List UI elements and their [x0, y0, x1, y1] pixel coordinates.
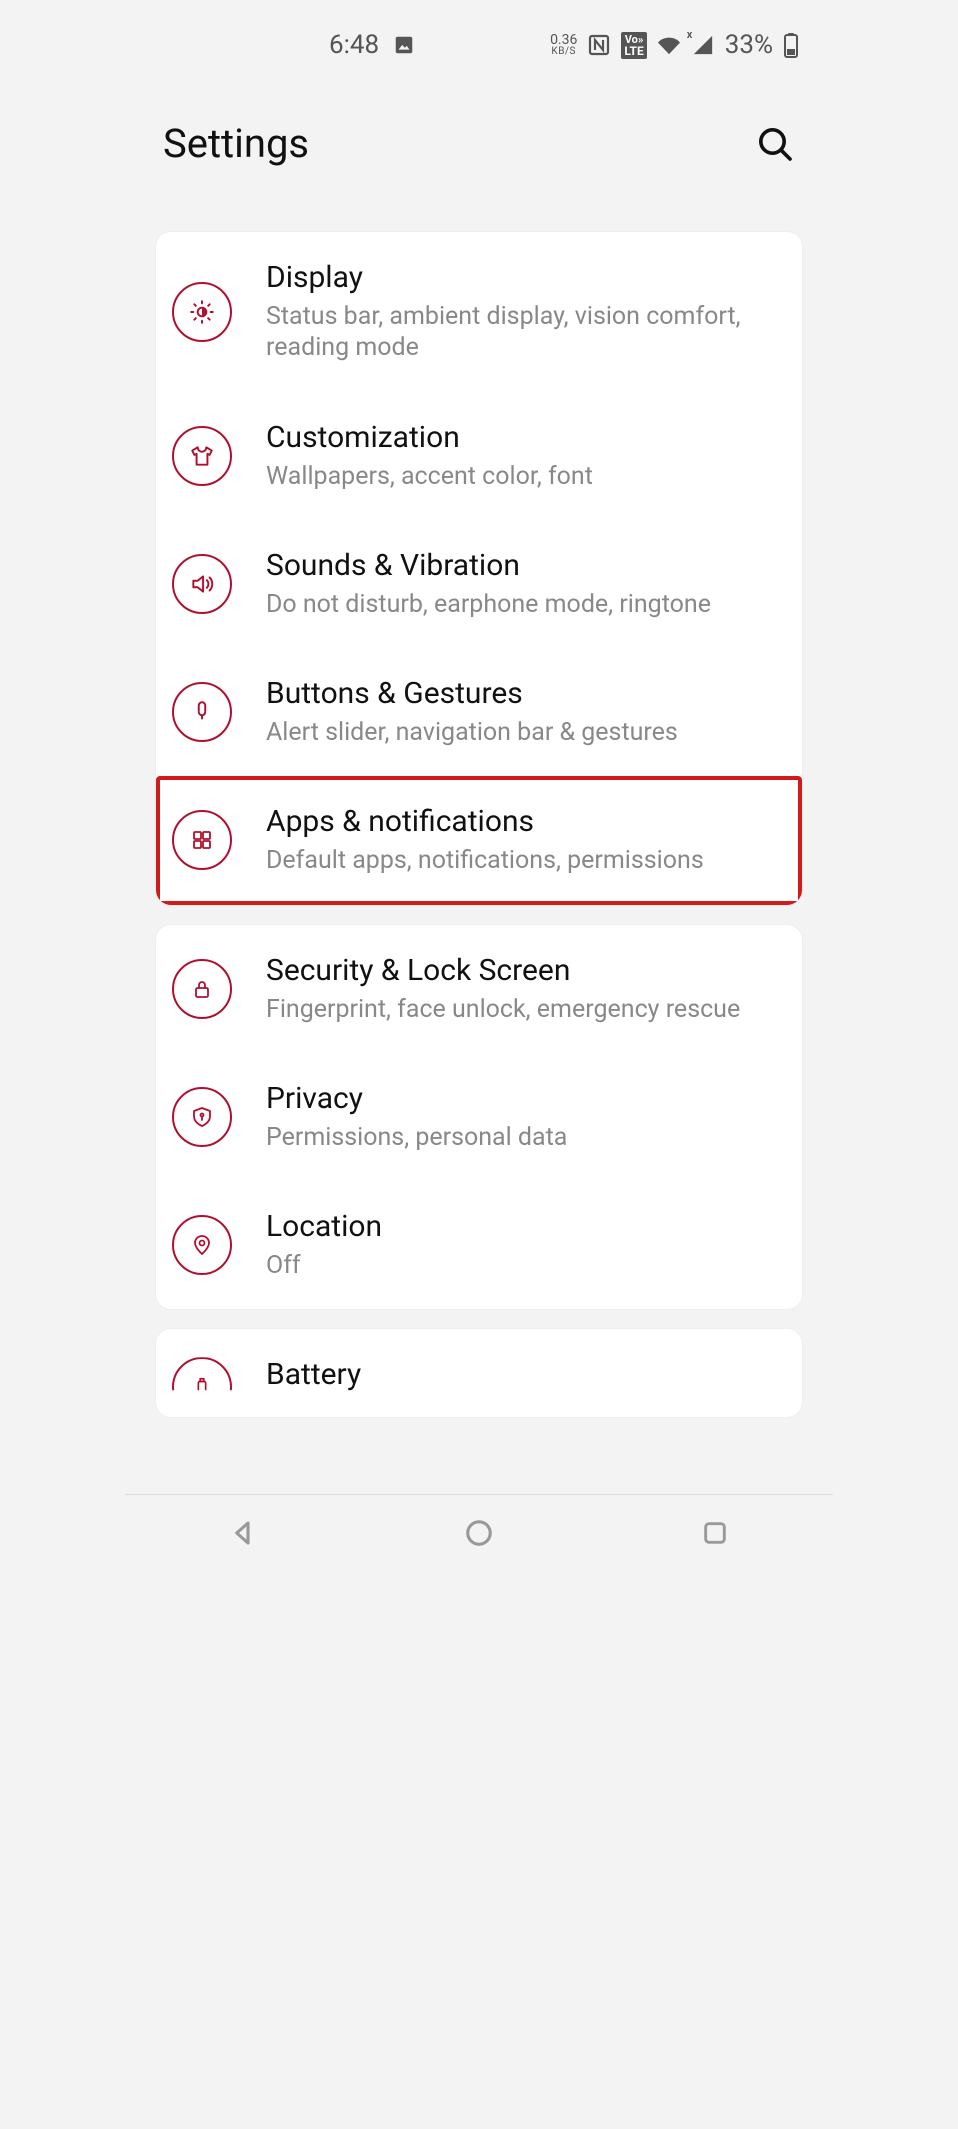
settings-item-security[interactable]: Security & Lock Screen Fingerprint, face…: [156, 925, 802, 1053]
page-header: Settings: [125, 70, 833, 213]
wifi-icon: [657, 34, 681, 56]
item-subtitle: Alert slider, navigation bar & gestures: [266, 717, 678, 748]
item-title: Battery: [266, 1357, 361, 1392]
nav-home-button[interactable]: [444, 1508, 514, 1558]
system-nav-bar: [125, 1494, 833, 1570]
item-subtitle: Status bar, ambient display, vision comf…: [266, 301, 772, 364]
item-subtitle: Do not disturb, earphone mode, ringtone: [266, 589, 711, 620]
nfc-icon: [587, 33, 611, 57]
item-title: Privacy: [266, 1081, 567, 1116]
status-time: 6:48: [329, 30, 379, 60]
item-title: Display: [266, 260, 772, 295]
nav-back-button[interactable]: [208, 1508, 278, 1558]
item-title: Sounds & Vibration: [266, 548, 711, 583]
tshirt-icon: [172, 426, 232, 486]
item-title: Apps & notifications: [266, 804, 704, 839]
volte-icon: Vo» LTE: [621, 32, 646, 59]
page-title: Settings: [163, 120, 309, 167]
settings-item-buttons-gestures[interactable]: Buttons & Gestures Alert slider, navigat…: [156, 648, 802, 776]
back-icon: [228, 1518, 258, 1548]
cellular-icon: x: [691, 34, 715, 56]
item-title: Security & Lock Screen: [266, 953, 740, 988]
search-button[interactable]: [755, 124, 795, 164]
item-subtitle: Default apps, notifications, permissions: [266, 845, 704, 876]
settings-item-location[interactable]: Location Off: [156, 1181, 802, 1309]
item-subtitle: Fingerprint, face unlock, emergency resc…: [266, 994, 740, 1025]
settings-item-apps-notifications[interactable]: Apps & notifications Default apps, notif…: [156, 776, 802, 904]
settings-card: Battery: [155, 1328, 803, 1418]
nav-recent-button[interactable]: [680, 1508, 750, 1558]
settings-item-privacy[interactable]: Privacy Permissions, personal data: [156, 1053, 802, 1181]
picture-icon: [393, 34, 415, 56]
grid-icon: [172, 810, 232, 870]
recent-icon: [701, 1519, 729, 1547]
settings-item-sounds[interactable]: Sounds & Vibration Do not disturb, earph…: [156, 520, 802, 648]
shield-icon: [172, 1087, 232, 1147]
speaker-icon: [172, 554, 232, 614]
item-subtitle: Off: [266, 1250, 382, 1281]
settings-card: Display Status bar, ambient display, vis…: [155, 231, 803, 906]
battery-icon: [783, 32, 799, 58]
settings-item-customization[interactable]: Customization Wallpapers, accent color, …: [156, 392, 802, 520]
home-icon: [464, 1518, 494, 1548]
item-title: Customization: [266, 420, 593, 455]
status-bar: 6:48 0.36 KB/S Vo» LTE x: [125, 0, 833, 70]
item-title: Buttons & Gestures: [266, 676, 678, 711]
item-title: Location: [266, 1209, 382, 1244]
settings-card: Security & Lock Screen Fingerprint, face…: [155, 924, 803, 1311]
data-rate-indicator: 0.36 KB/S: [550, 34, 577, 56]
pin-icon: [172, 1215, 232, 1275]
lock-icon: [172, 959, 232, 1019]
battery-percent: 33%: [725, 30, 773, 60]
search-icon: [755, 124, 795, 164]
settings-item-display[interactable]: Display Status bar, ambient display, vis…: [156, 232, 802, 392]
item-subtitle: Wallpapers, accent color, font: [266, 461, 593, 492]
item-subtitle: Permissions, personal data: [266, 1122, 567, 1153]
touch-icon: [172, 682, 232, 742]
settings-item-battery[interactable]: Battery: [156, 1329, 802, 1417]
battery-settings-icon: [172, 1357, 232, 1417]
brightness-icon: [172, 282, 232, 342]
